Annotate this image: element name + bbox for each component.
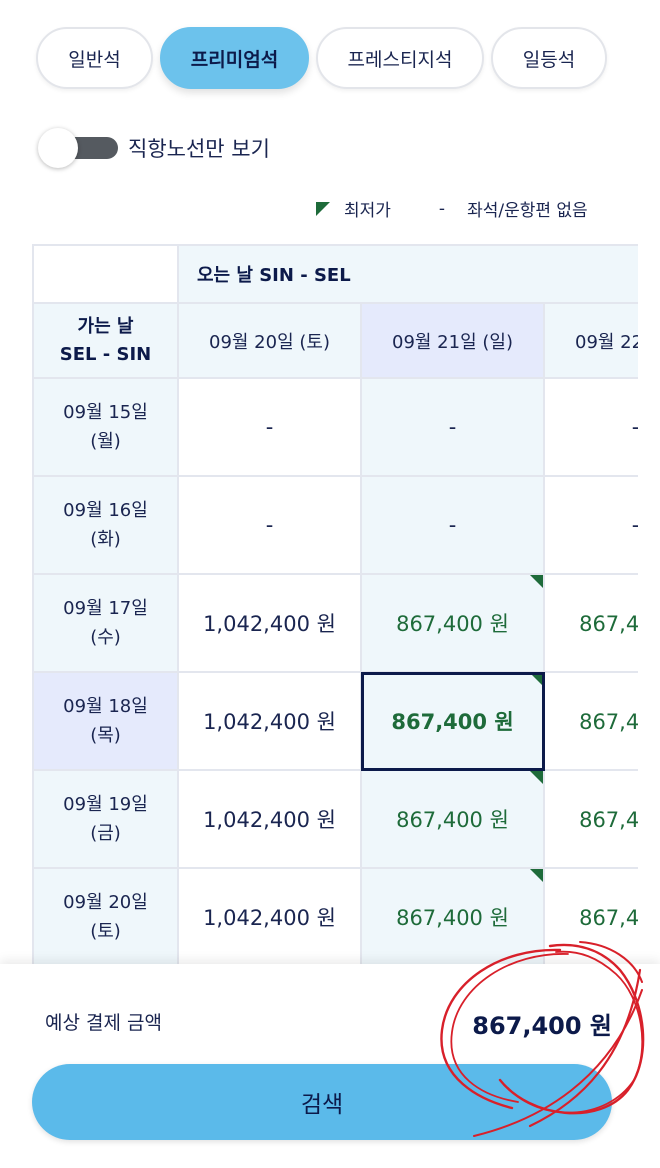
search-button[interactable]: 검색 (32, 1064, 612, 1140)
outbound-date-header[interactable]: 09월 18일 (목) (32, 673, 179, 771)
outbound-date: 09월 20일 (63, 892, 148, 913)
return-date-header[interactable]: 09월 20일 (토) (179, 304, 362, 379)
direct-only-toggle-row: 직항노선만 보기 (38, 128, 270, 168)
toggle-knob (38, 128, 78, 168)
outbound-header-label: 가는 날 (77, 315, 134, 337)
tab-economy[interactable]: 일반석 (36, 27, 153, 89)
direct-only-label: 직항노선만 보기 (128, 137, 270, 161)
fare-price: 867,400 원 (579, 808, 638, 832)
return-header: 오는 날 SIN - SEL (179, 244, 638, 304)
fare-price: 867,400 원 (579, 710, 638, 734)
direct-only-toggle[interactable] (38, 128, 118, 168)
fare-price: 1,042,400 원 (203, 808, 336, 832)
tab-prestige[interactable]: 프레스티지석 (316, 27, 484, 89)
grid-corner (32, 244, 179, 304)
lowest-price-flag-icon (530, 869, 543, 882)
fare-cell[interactable]: - (179, 379, 362, 477)
lowest-price-flag-icon (316, 201, 330, 216)
fare-price: - (632, 513, 638, 537)
outbound-date: 09월 17일 (63, 598, 148, 619)
outbound-weekday: (토) (90, 921, 121, 942)
outbound-weekday: (화) (90, 529, 121, 550)
fare-price: - (265, 415, 274, 439)
fare-cell[interactable]: 1,042,400 원 (179, 771, 362, 869)
estimated-total-value: 867,400 원 (472, 1012, 612, 1040)
fare-price: - (265, 513, 274, 537)
fare-price: 1,042,400 원 (203, 710, 336, 734)
fare-price: - (632, 415, 638, 439)
legend-lowest-label: 최저가 (344, 201, 391, 221)
fare-cell[interactable]: 867,400 원 (545, 575, 638, 673)
outbound-weekday: (목) (90, 725, 121, 746)
fare-cell[interactable]: 1,042,400 원 (179, 869, 362, 967)
tab-first[interactable]: 일등석 (491, 27, 607, 89)
outbound-date-header[interactable]: 09월 19일 (금) (32, 771, 179, 869)
fare-price: - (448, 415, 457, 439)
fare-price: 1,042,400 원 (203, 612, 336, 636)
outbound-date-header[interactable]: 09월 20일 (토) (32, 869, 179, 967)
fare-price: 867,400 원 (396, 906, 509, 930)
return-date-header[interactable]: 09월 21일 (일) (362, 304, 545, 379)
fare-cell[interactable]: 867,400 원 (362, 771, 545, 869)
fare-calendar: 오는 날 SIN - SEL 가는 날 SEL - SIN 09월 20일 (토… (32, 244, 638, 968)
return-date-header[interactable]: 09월 22일 (월) (545, 304, 638, 379)
outbound-date-header[interactable]: 09월 15일 (월) (32, 379, 179, 477)
outbound-date: 09월 19일 (63, 794, 148, 815)
legend-dash-symbol: - (438, 198, 446, 219)
lowest-price-flag-icon (530, 575, 543, 588)
fare-cell[interactable]: 1,042,400 원 (179, 673, 362, 771)
fare-cell[interactable]: 867,400 원 (545, 869, 638, 967)
fare-price: 867,400 원 (579, 906, 638, 930)
fare-cell[interactable]: - (545, 477, 638, 575)
fare-price: 867,400 원 (579, 612, 638, 636)
outbound-weekday: (금) (90, 823, 121, 844)
lowest-price-flag-icon (530, 673, 543, 686)
fare-cell[interactable]: - (179, 477, 362, 575)
outbound-date: 09월 18일 (63, 696, 148, 717)
fare-cell[interactable]: 867,400 원 (545, 673, 638, 771)
fare-cell[interactable]: - (362, 477, 545, 575)
legend-no-seat-label: 좌석/운항편 없음 (467, 201, 588, 221)
fare-cell[interactable]: - (545, 379, 638, 477)
outbound-date-header[interactable]: 09월 16일 (화) (32, 477, 179, 575)
outbound-header: 가는 날 SEL - SIN (32, 304, 179, 379)
outbound-date-header[interactable]: 09월 17일 (수) (32, 575, 179, 673)
fare-price: 867,400 원 (391, 710, 514, 734)
fare-cell[interactable]: 867,400 원 (545, 771, 638, 869)
bottom-summary-panel: 예상 결제 금액 867,400 원 검색 (0, 964, 660, 1168)
estimated-total-label: 예상 결제 금액 (45, 1012, 162, 1034)
fare-cell[interactable]: 1,042,400 원 (179, 575, 362, 673)
fare-price: 867,400 원 (396, 612, 509, 636)
legend: 최저가 - 좌석/운항편 없음 (316, 196, 588, 221)
outbound-weekday: (수) (90, 627, 121, 648)
fare-cell[interactable]: 867,400 원 (362, 575, 545, 673)
tab-premium[interactable]: 프리미엄석 (160, 27, 309, 89)
fare-cell[interactable]: - (362, 379, 545, 477)
outbound-date: 09월 15일 (63, 402, 148, 423)
outbound-header-route: SEL - SIN (59, 343, 152, 365)
fare-price: 1,042,400 원 (203, 906, 336, 930)
outbound-weekday: (월) (90, 431, 121, 452)
fare-cell[interactable]: 867,400 원 (362, 869, 545, 967)
fare-price: 867,400 원 (396, 808, 509, 832)
fare-price: - (448, 513, 457, 537)
lowest-price-flag-icon (530, 771, 543, 784)
outbound-date: 09월 16일 (63, 500, 148, 521)
selected-fare-cell[interactable]: 867,400 원 (362, 673, 545, 771)
